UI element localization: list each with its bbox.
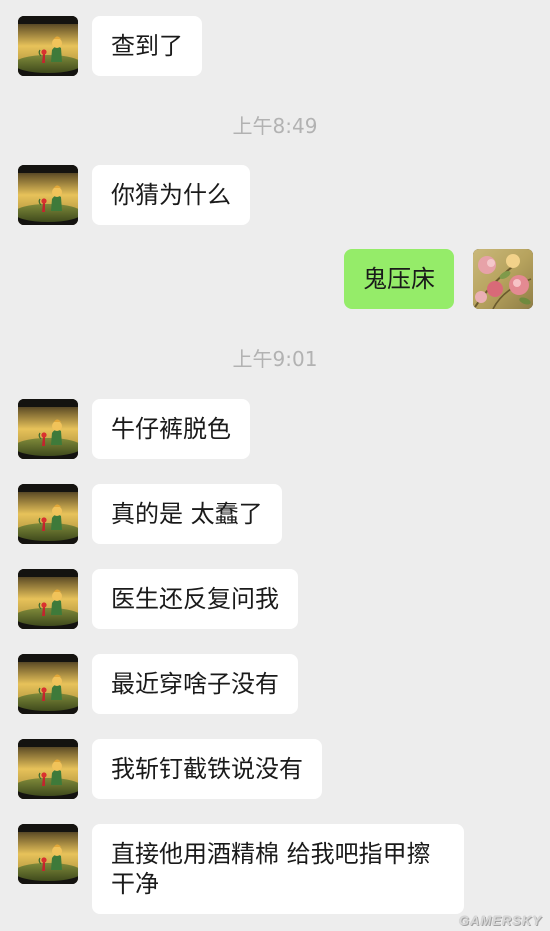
message-bubble[interactable]: 我斩钉截铁说没有 — [92, 739, 322, 799]
message-bubble[interactable]: 直接他用酒精棉 给我吧指甲擦干净 — [92, 824, 464, 914]
little-prince-avatar-icon — [18, 165, 78, 225]
message-bubble[interactable]: 真的是 太蠢了 — [92, 484, 282, 544]
message-bubble[interactable]: 查到了 — [92, 16, 202, 76]
little-prince-avatar-icon — [18, 739, 78, 799]
watermark: GAMERSKY — [458, 913, 542, 928]
little-prince-avatar-icon — [18, 569, 78, 629]
contact-avatar[interactable] — [18, 654, 78, 714]
my-message-bubble[interactable]: 鬼压床 — [344, 249, 454, 309]
my-avatar[interactable] — [473, 249, 533, 309]
message-timestamp: 上午8:49 — [232, 114, 318, 138]
flower-avatar-icon — [473, 249, 533, 309]
contact-avatar[interactable] — [18, 824, 78, 884]
little-prince-avatar-icon — [18, 824, 78, 884]
contact-avatar[interactable] — [18, 399, 78, 459]
message-bubble[interactable]: 你猜为什么 — [92, 165, 250, 225]
contact-avatar[interactable] — [18, 569, 78, 629]
little-prince-avatar-icon — [18, 484, 78, 544]
message-timestamp: 上午9:01 — [232, 347, 318, 371]
contact-avatar[interactable] — [18, 165, 78, 225]
contact-avatar[interactable] — [18, 739, 78, 799]
little-prince-avatar-icon — [18, 399, 78, 459]
contact-avatar[interactable] — [18, 484, 78, 544]
message-bubble[interactable]: 医生还反复问我 — [92, 569, 298, 629]
little-prince-avatar-icon — [18, 654, 78, 714]
message-bubble[interactable]: 牛仔裤脱色 — [92, 399, 250, 459]
contact-avatar[interactable] — [18, 16, 78, 76]
message-bubble[interactable]: 最近穿啥子没有 — [92, 654, 298, 714]
little-prince-avatar-icon — [18, 16, 78, 76]
